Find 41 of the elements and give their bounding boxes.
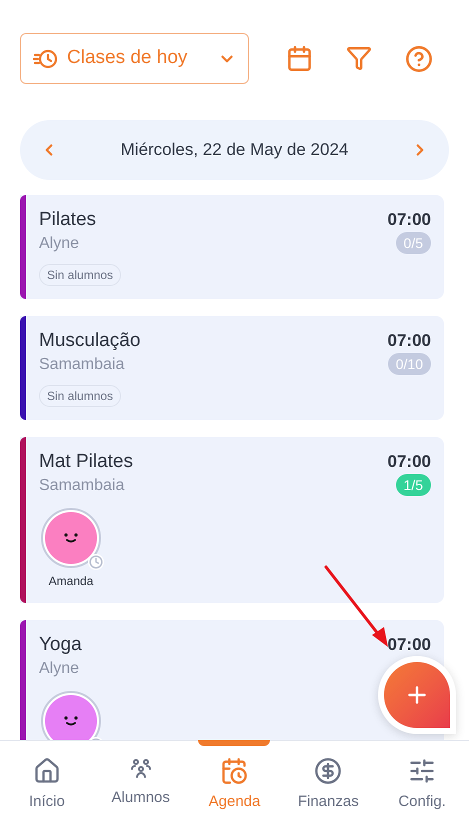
- sliders-icon: [408, 757, 436, 785]
- date-label: Miércoles, 22 de May de 2024: [120, 139, 350, 162]
- help-icon[interactable]: [404, 44, 432, 72]
- filter-icon[interactable]: [346, 44, 372, 70]
- class-card[interactable]: Musculação Samambaia 07:00 0/10 Sin alumnos: [20, 316, 444, 420]
- class-name: Mat Pilates: [39, 450, 133, 474]
- class-time: 07:00: [388, 209, 431, 231]
- nav-tab[interactable]: Config.: [375, 741, 469, 819]
- class-time: 07:00: [388, 451, 431, 473]
- clock-badge: [88, 554, 104, 570]
- student-name: Amanda: [48, 573, 94, 590]
- nav-tab[interactable]: Agenda: [188, 741, 282, 819]
- nav-tab[interactable]: Início: [0, 741, 94, 819]
- add-button[interactable]: [384, 662, 450, 728]
- class-card[interactable]: Mat Pilates Samambaia 07:00 1/5 Amanda: [20, 437, 444, 603]
- empty-tag: Sin alumnos: [39, 264, 122, 286]
- people-icon: [128, 757, 153, 781]
- dollar-icon: [314, 757, 342, 785]
- class-name: Musculação: [39, 329, 140, 353]
- avatar: [41, 508, 101, 568]
- home-icon: [32, 757, 61, 785]
- nav-tab[interactable]: Finanzas: [281, 741, 376, 819]
- class-time: 07:00: [388, 634, 431, 656]
- nav-tab[interactable]: Alumnos: [94, 741, 188, 819]
- class-location: Alyne: [39, 659, 80, 679]
- view-dropdown[interactable]: Clases de hoy: [20, 33, 249, 84]
- class-location: Alyne: [39, 234, 80, 254]
- class-name: Yoga: [39, 633, 82, 657]
- fast-clock-icon: [33, 48, 59, 70]
- class-location: Samambaia: [39, 355, 126, 375]
- enrollment-count: 1/5: [396, 474, 431, 496]
- calendar-icon[interactable]: [286, 44, 312, 72]
- enrollment-count: 0/10: [388, 353, 431, 375]
- class-card[interactable]: Pilates Alyne 07:00 0/5 Sin alumnos: [20, 195, 444, 299]
- empty-tag: Sin alumnos: [39, 385, 122, 407]
- class-card[interactable]: Yoga Alyne 07:00: [20, 620, 444, 740]
- class-location: Samambaia: [39, 476, 126, 496]
- class-time: 07:00: [388, 330, 431, 352]
- calendar-clock-icon: [220, 757, 248, 785]
- class-name: Pilates: [39, 208, 96, 232]
- enrollment-count: 0/5: [396, 232, 431, 254]
